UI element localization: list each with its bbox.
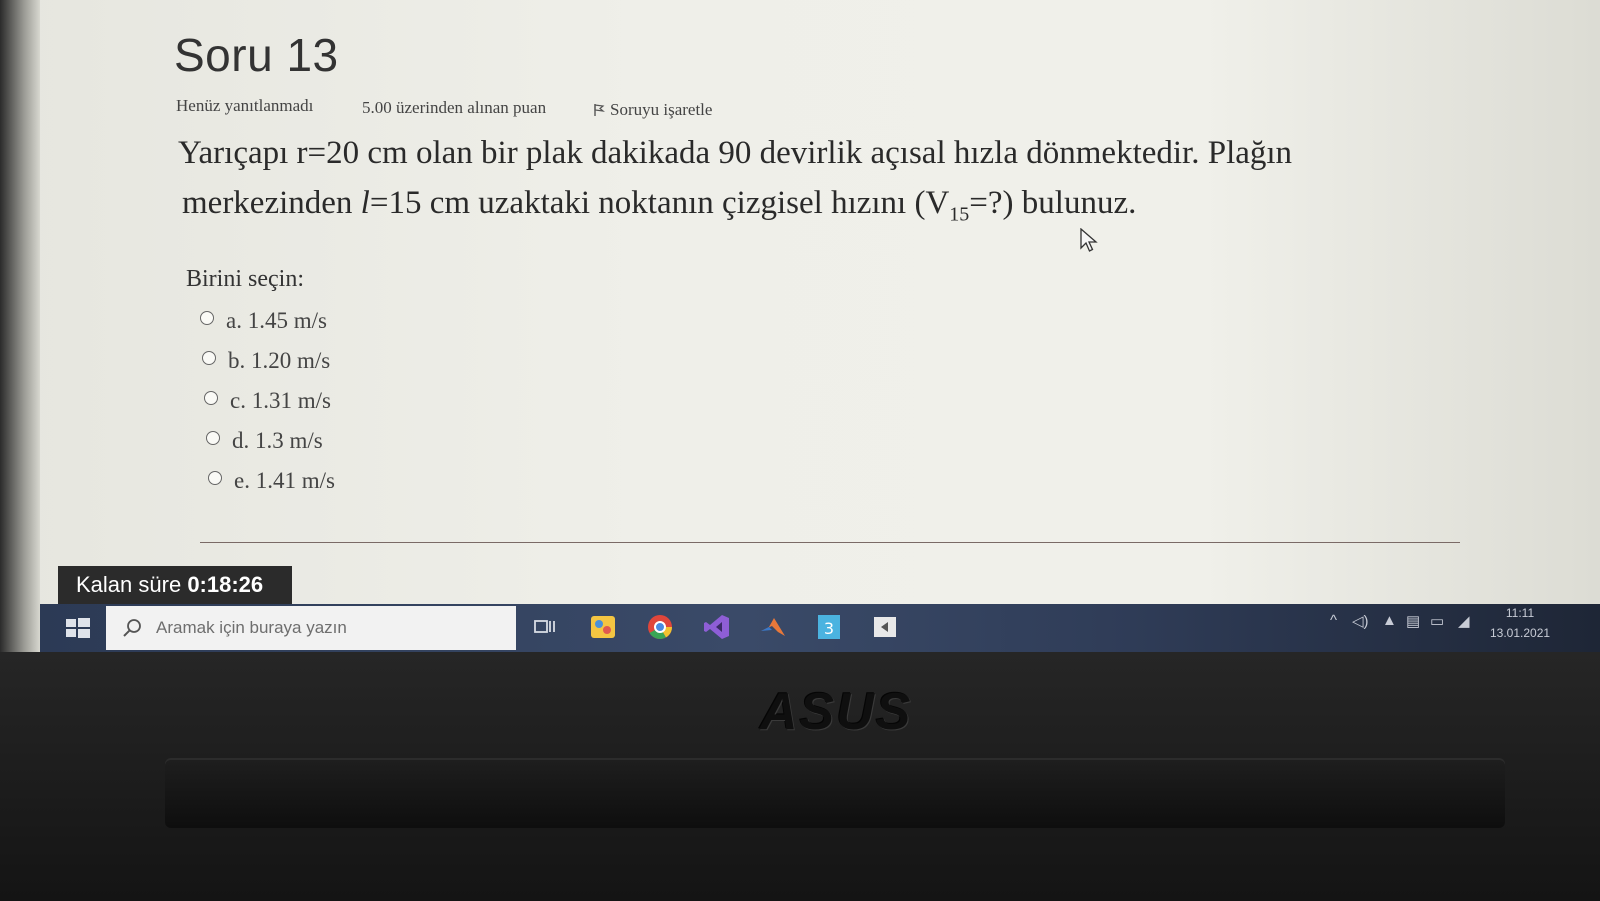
radio-button[interactable]: [208, 471, 222, 485]
app-3-icon[interactable]: 3: [814, 612, 844, 642]
visual-studio-icon[interactable]: [702, 612, 732, 642]
chrome-icon[interactable]: [645, 612, 675, 642]
question-text-subscript: 15: [949, 203, 970, 226]
divider: [200, 542, 1460, 543]
answer-option-label: b. 1.20 m/s: [228, 348, 331, 373]
answer-option-b[interactable]: b. 1.20 m/s: [202, 348, 330, 374]
laptop-hinge: [165, 760, 1505, 828]
battery-icon[interactable]: ▭: [1430, 612, 1444, 630]
media-icon[interactable]: [870, 612, 900, 642]
time-remaining-label: Kalan süre: [76, 572, 182, 597]
clock-date: 13.01.2021: [1490, 626, 1551, 640]
mouse-cursor-icon: [1080, 228, 1098, 252]
question-text-line2: merkezinden l=15 cm uzaktaki noktanın çi…: [182, 178, 1398, 240]
answer-option-label: a. 1.45 m/s: [226, 308, 327, 333]
volume-icon[interactable]: ◁): [1352, 612, 1369, 630]
svg-text:3: 3: [824, 619, 834, 638]
flag-question-link[interactable]: Soruyu işaretle: [592, 100, 712, 120]
answer-option-a[interactable]: a. 1.45 m/s: [200, 308, 327, 334]
laptop-screen: Soru 13 Henüz yanıtlanmadı 5.00 üzerinde…: [0, 0, 1600, 660]
answer-option-label: e. 1.41 m/s: [234, 468, 335, 493]
question-text-part: =?) bulunuz.: [969, 185, 1137, 221]
lock-icon[interactable]: ▲: [1382, 612, 1397, 629]
windows-start-icon[interactable]: [58, 612, 98, 644]
quiz-page: Soru 13 Henüz yanıtlanmadı 5.00 üzerinde…: [0, 0, 1600, 612]
flag-question-label: Soruyu işaretle: [610, 100, 713, 119]
answer-option-label: c. 1.31 m/s: [230, 388, 331, 413]
answer-option-d[interactable]: d. 1.3 m/s: [206, 428, 323, 454]
flag-icon: [594, 104, 605, 116]
question-text-line1: Yarıçapı r=20 cm olan bir plak dakikada …: [178, 135, 1293, 171]
clock-time: 11:11: [1505, 606, 1535, 620]
laptop-logo: ASUS: [760, 683, 913, 741]
matlab-icon[interactable]: [758, 612, 788, 642]
network-icon[interactable]: ◢: [1458, 612, 1470, 630]
time-remaining-badge: Kalan süre 0:18:26: [58, 566, 292, 604]
radio-button[interactable]: [204, 391, 218, 405]
paint-icon[interactable]: [588, 612, 618, 642]
answer-option-e[interactable]: e. 1.41 m/s: [208, 468, 335, 494]
time-remaining-value: 0:18:26: [187, 572, 264, 597]
chevron-up-icon[interactable]: ^: [1330, 612, 1337, 629]
question-title: Soru 13: [174, 29, 339, 81]
radio-button[interactable]: [206, 431, 220, 445]
question-status: Henüz yanıtlanmadı: [176, 96, 314, 115]
taskbar-clock[interactable]: 11:11 13.01.2021: [1490, 603, 1550, 643]
task-view-icon[interactable]: [530, 612, 560, 642]
screen-left-edge: [0, 0, 40, 660]
keyboard-icon[interactable]: ▤: [1406, 612, 1420, 630]
question-points: 5.00 üzerinden alınan puan: [362, 98, 547, 117]
question-text-part: merkezinden: [182, 185, 361, 221]
search-placeholder: Aramak için buraya yazın: [156, 618, 347, 637]
question-text-part: =15 cm uzaktaki noktanın çizgisel hızını…: [369, 185, 950, 221]
search-icon: [123, 619, 141, 637]
taskbar-search-box[interactable]: Aramak için buraya yazın: [106, 606, 516, 650]
radio-button[interactable]: [202, 351, 216, 365]
answer-option-label: d. 1.3 m/s: [232, 428, 323, 453]
question-text-variable: l: [360, 185, 370, 221]
answer-option-c[interactable]: c. 1.31 m/s: [204, 388, 331, 414]
choose-one-label: Birini seçin:: [186, 266, 304, 292]
radio-button[interactable]: [200, 311, 214, 325]
question-text: Yarıçapı r=20 cm olan bir plak dakikada …: [178, 128, 1398, 240]
